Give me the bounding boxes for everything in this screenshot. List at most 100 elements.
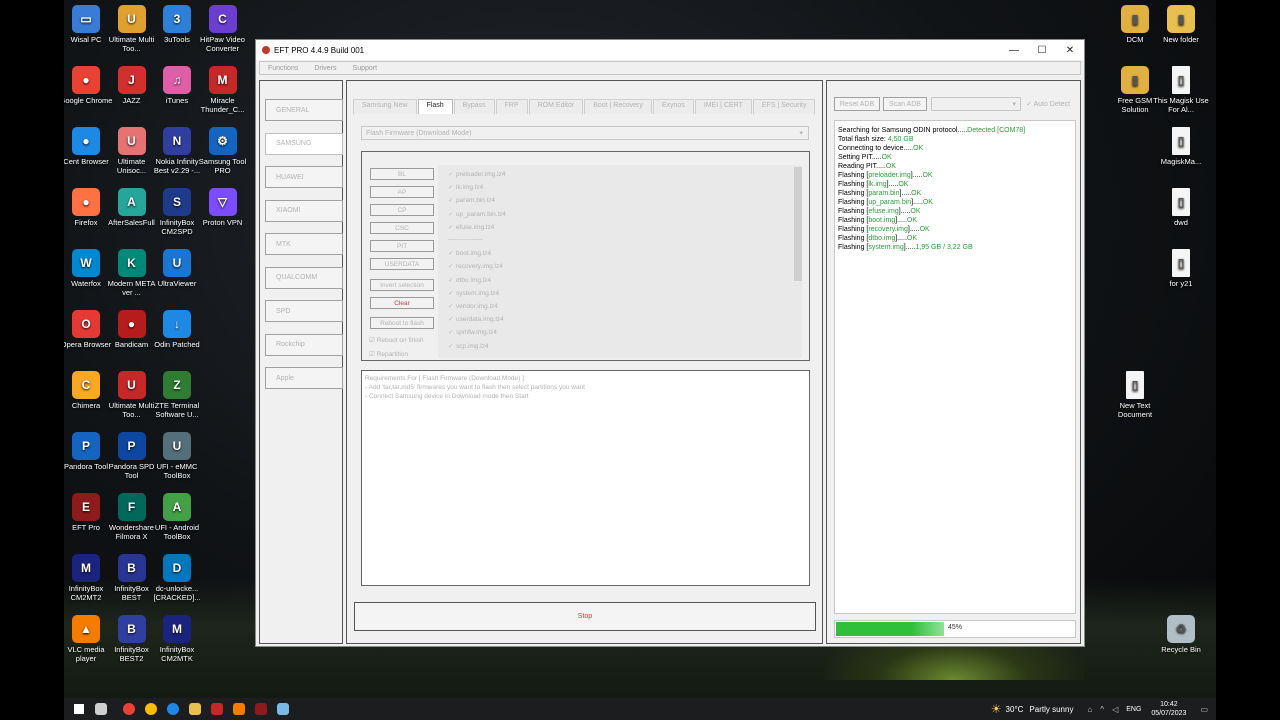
- partition-list[interactable]: ✓ preloader.img.lz4 ✓ lk.img.lz4 ✓ param.bin.…: [438, 165, 802, 358]
- close-icon[interactable]: ✕: [1056, 45, 1084, 56]
- desktop-icon-odin-patched[interactable]: ↓ Odin Patched: [149, 310, 205, 349]
- log-line: Connecting to device.....OK: [838, 144, 1025, 153]
- vlc-icon[interactable]: [228, 698, 250, 720]
- chrome-icon[interactable]: [118, 698, 140, 720]
- brand-button-spd[interactable]: SPD: [265, 300, 343, 322]
- vlc-media-player-icon: ▲: [72, 615, 100, 643]
- partition-file-item[interactable]: ✓ lk.img.lz4: [448, 183, 483, 191]
- weather-temp[interactable]: 30°C: [1006, 705, 1024, 714]
- brand-button-huawei[interactable]: HUAWEI: [265, 166, 343, 188]
- partition-file-item[interactable]: ✓ vendor.img.lz4: [448, 302, 498, 310]
- speaker-icon[interactable]: ◁: [1112, 705, 1118, 714]
- partition-file-item[interactable]: ✓ recovery.img.lz4: [448, 262, 503, 270]
- task-view-icon[interactable]: [90, 698, 112, 720]
- tab-exynos[interactable]: Exynos: [652, 99, 694, 114]
- network-icon[interactable]: ⌂: [1087, 705, 1092, 714]
- tab-rom-editor[interactable]: ROM Editor: [528, 99, 584, 114]
- brand-button-samsung[interactable]: SAMSUNG: [265, 132, 343, 155]
- desktop-icon-for-y21[interactable]: ▯ for y21: [1153, 249, 1209, 288]
- tab-boot-recovery[interactable]: Boot | Recovery: [584, 99, 652, 114]
- tab-bypass[interactable]: Bypass: [453, 99, 495, 114]
- adb-device-select[interactable]: ▾: [931, 97, 1021, 111]
- partition-file-item[interactable]: ✓ dtbo.img.lz4: [448, 276, 491, 284]
- clear-button[interactable]: Clear: [370, 297, 434, 309]
- partition-file-item[interactable]: ✓ boot.img.lz4: [448, 249, 491, 257]
- menu-support[interactable]: Support: [353, 65, 378, 72]
- notepad-icon[interactable]: [272, 698, 294, 720]
- brand-button-qualcomm[interactable]: QUALCOMM: [265, 266, 343, 289]
- language-indicator[interactable]: ENG: [1126, 706, 1141, 713]
- reset-adb-button[interactable]: Reset ADB: [834, 97, 880, 111]
- desktop-icon-proton-vpn[interactable]: ▽ Proton VPN: [195, 188, 251, 227]
- desktop-icon-recycle-bin[interactable]: ♻ Recycle Bin: [1153, 615, 1209, 654]
- stop-button[interactable]: Stop: [354, 602, 816, 631]
- desktop-icon-miracle-thunder-c[interactable]: M Miracle Thunder_C...: [195, 66, 251, 114]
- log-output[interactable]: Searching for Samsung ODIN protocol.....…: [834, 120, 1076, 614]
- partition-button-csc[interactable]: CSC: [370, 222, 434, 234]
- brand-button-apple[interactable]: Apple: [265, 367, 343, 389]
- partition-list-scrollbar[interactable]: [794, 167, 802, 281]
- mode-select[interactable]: Flash Firmware (Download Mode) ▾: [361, 126, 809, 140]
- file-explorer-icon[interactable]: [184, 698, 206, 720]
- clock[interactable]: 10:42 05/07/2023: [1151, 700, 1186, 718]
- partition-file-item[interactable]: ✓ spmfw.img.lz4: [448, 328, 497, 336]
- cent-browser-icon[interactable]: [162, 698, 184, 720]
- weather-icon[interactable]: ☀: [991, 702, 1002, 716]
- desktop-icon-new-folder[interactable]: ▮ New folder: [1153, 5, 1209, 44]
- partition-file-item[interactable]: ✓ param.bin.lz4: [448, 196, 495, 204]
- desktop-icon-ultraviewer[interactable]: U UltraViewer: [149, 249, 205, 288]
- tab-flash[interactable]: Flash: [417, 99, 453, 114]
- menu-drivers[interactable]: Drivers: [314, 65, 336, 72]
- partition-file-item[interactable]: ✓ efuse.img.lz4: [448, 223, 494, 231]
- partition-file-item[interactable]: ✓ system.img.lz4: [448, 289, 499, 297]
- menu-functions[interactable]: Functions: [268, 65, 298, 72]
- partition-button-pit[interactable]: PIT: [370, 240, 434, 252]
- desktop-icon-magiskma[interactable]: ▯ MagiskMa...: [1153, 127, 1209, 166]
- weather-desc[interactable]: Partly sunny: [1029, 705, 1073, 714]
- partition-button-cp[interactable]: CP: [370, 204, 434, 216]
- reboot-to-flash-button[interactable]: Reboot to flash: [370, 317, 434, 329]
- desktop-icon-new-text-document[interactable]: ▯ New Text Document: [1107, 371, 1163, 419]
- desktop-icon-hitpaw-video-converter[interactable]: C HitPaw Video Converter: [195, 5, 251, 53]
- auto-detect-checkbox[interactable]: ✓ Auto Detect: [1026, 100, 1070, 108]
- repartition-checkbox[interactable]: ☑ Repartition: [369, 350, 408, 358]
- desktop-icon-this-magisk-use-for-al[interactable]: ▯ This Magisk Use For Al...: [1153, 66, 1209, 114]
- desktop-icon-samsung-tool-pro[interactable]: ⚙ Samsung Tool PRO: [195, 127, 251, 175]
- tab-samsung-new[interactable]: Samsung New: [353, 99, 417, 114]
- tab-frp[interactable]: FRP: [495, 99, 528, 114]
- desktop-icon-dwd[interactable]: ▯ dwd: [1153, 188, 1209, 227]
- brand-button-xiaomi[interactable]: XIAOMI: [265, 199, 343, 222]
- checkbox-icon: ☑: [369, 337, 377, 344]
- notification-icon[interactable]: ▭: [1200, 705, 1208, 714]
- partition-button-bl[interactable]: BL: [370, 168, 434, 180]
- partition-button-userdata[interactable]: USERDATA: [370, 258, 434, 270]
- desktop-icon-ufi-emmc-toolbox[interactable]: U UFI - eMMC ToolBox: [149, 432, 205, 480]
- partition-file-item[interactable]: ✓ up_param.bin.lz4: [448, 210, 506, 218]
- desktop-icon-ufi-android-toolbox[interactable]: A UFI - Android ToolBox: [149, 493, 205, 541]
- eft-pro-icon[interactable]: [250, 698, 272, 720]
- zte-terminal-software-u-icon: Z: [163, 371, 191, 399]
- chrome-icon[interactable]: [140, 698, 162, 720]
- desktop-icon-infinitybox-cm2mtk[interactable]: M InfinityBox CM2MTK: [149, 615, 205, 663]
- tab-imei-cert[interactable]: IMEI | CERT: [694, 99, 752, 114]
- chevron-down-icon: ▾: [799, 130, 803, 137]
- brand-button-general[interactable]: GENERAL: [265, 99, 343, 121]
- desktop-icon-zte-terminal-software-u[interactable]: Z ZTE Terminal Software U...: [149, 371, 205, 419]
- tray-expand-icon[interactable]: ^: [1100, 705, 1104, 714]
- maximize-icon[interactable]: ☐: [1028, 45, 1056, 56]
- reboot-on-finish-checkbox[interactable]: ☑ Reboot on finish: [369, 336, 424, 344]
- desktop-icon-dc-unlocke-cracked[interactable]: Ddc-unlocke... [CRACKED]...: [149, 554, 205, 602]
- partition-button-ap[interactable]: AP: [370, 186, 434, 198]
- scan-adb-button[interactable]: Scan ADB: [883, 97, 927, 111]
- 3utools-icon: 3: [163, 5, 191, 33]
- tab-efs-security[interactable]: EFS | Security: [752, 99, 816, 114]
- brand-button-mtk[interactable]: MTK: [265, 233, 343, 255]
- brand-button-rockchip[interactable]: Rockchip: [265, 333, 343, 356]
- bandicam-icon[interactable]: [206, 698, 228, 720]
- partition-file-item[interactable]: ✓ userdata.img.lz4: [448, 315, 504, 323]
- invert-selection-button[interactable]: Invert selection: [370, 279, 434, 291]
- partition-file-item[interactable]: ✓ scp.img.lz4: [448, 342, 489, 350]
- minimize-icon[interactable]: —: [1000, 45, 1028, 56]
- partition-file-item[interactable]: ✓ preloader.img.lz4: [448, 170, 506, 178]
- start-icon[interactable]: [68, 698, 90, 720]
